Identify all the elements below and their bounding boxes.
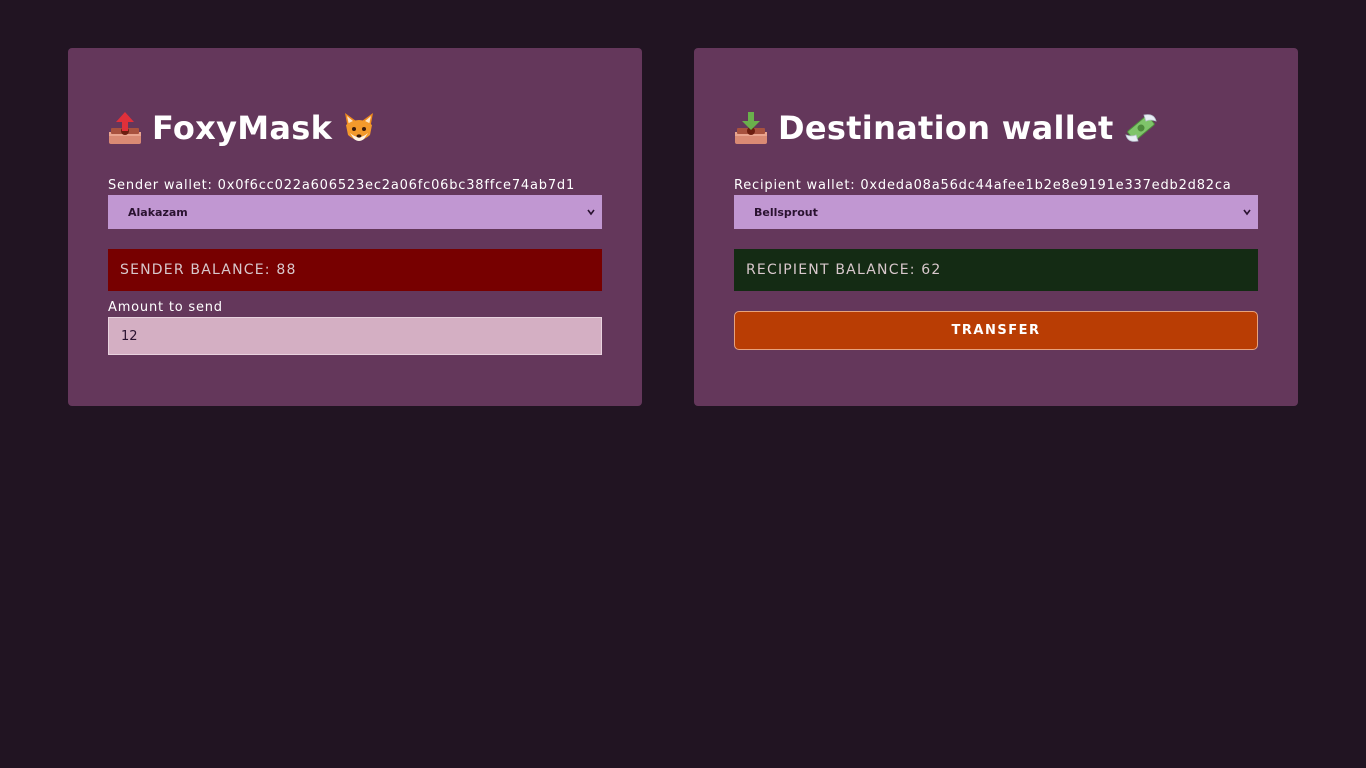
sender-card: FoxyMask Sender wallet: 0x0f6cc022a60652…: [68, 48, 642, 406]
amount-input[interactable]: 12: [108, 317, 602, 355]
transfer-button[interactable]: TRANSFER: [734, 311, 1258, 350]
outbox-tray-icon: [109, 112, 141, 144]
recipient-card: Destination wallet Recipient wallet: 0xd…: [694, 48, 1298, 406]
sender-wallet-select[interactable]: Alakazam: [108, 195, 602, 229]
recipient-wallet-label: Recipient wallet: 0xdeda08a56dc44afee1b2…: [734, 178, 1232, 193]
sender-wallet-label: Sender wallet: 0x0f6cc022a606523ec2a06fc…: [108, 178, 576, 193]
amount-label: Amount to send: [108, 300, 223, 315]
money-with-wings-icon: [1125, 114, 1157, 142]
chevron-down-icon: [1243, 209, 1251, 216]
sender-balance: SENDER BALANCE: 88: [108, 249, 602, 291]
sender-selected-wallet: Alakazam: [128, 205, 188, 219]
chevron-down-icon: [587, 209, 595, 216]
sender-title-text: FoxyMask: [152, 109, 333, 147]
recipient-title-text: Destination wallet: [778, 109, 1114, 147]
recipient-balance: RECIPIENT BALANCE: 62: [734, 249, 1258, 291]
sender-title: FoxyMask: [108, 108, 376, 148]
fox-icon: [345, 113, 374, 141]
recipient-wallet-select[interactable]: Bellsprout: [734, 195, 1258, 229]
inbox-tray-icon: [735, 112, 767, 144]
recipient-title: Destination wallet: [734, 108, 1158, 148]
recipient-selected-wallet: Bellsprout: [754, 205, 818, 219]
